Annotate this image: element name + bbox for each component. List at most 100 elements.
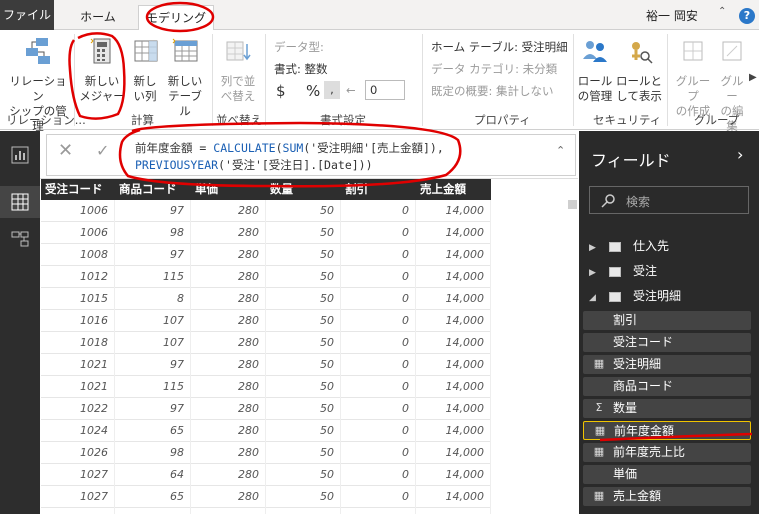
field-item[interactable]: 受注コード [583,333,751,352]
table-cell[interactable]: 50 [266,398,341,420]
table-cell[interactable]: 0 [341,486,416,508]
column-header[interactable]: 単価 [191,179,266,200]
manage-roles-button[interactable]: ロール の管理 [576,36,614,104]
table-cell[interactable]: 14,000 [416,354,491,376]
field-item[interactable]: ▦ 売上金額 [583,487,751,506]
table-cell[interactable]: 0 [341,200,416,222]
table-cell[interactable]: 65 [115,486,191,508]
table-cell[interactable]: 14,000 [416,486,491,508]
table-cell[interactable]: 97 [115,244,191,266]
collapse-ribbon-icon[interactable]: ⌃ [718,6,726,17]
table-cell[interactable]: 107 [115,332,191,354]
table-cell[interactable]: 280 [191,376,266,398]
grid-scroll-handle[interactable] [568,200,577,209]
table-cell[interactable]: 1018 [41,332,115,354]
data-view-icon[interactable] [10,192,30,212]
table-cell[interactable]: 64 [115,464,191,486]
table-cell[interactable]: 50 [266,376,341,398]
table-cell[interactable]: 0 [341,288,416,310]
table-row[interactable]: 10306428050014,000 [41,508,491,514]
user-name[interactable]: 裕一 岡安 [646,7,698,24]
table-cell[interactable]: 0 [341,266,416,288]
table-cell[interactable]: 14,000 [416,266,491,288]
table-cell[interactable]: 50 [266,288,341,310]
new-group-button[interactable]: グループ の作成 [672,36,714,119]
table-cell[interactable]: 280 [191,266,266,288]
table-row[interactable]: 1021 115 280 50 0 14,000 [41,376,491,398]
table-cell[interactable]: 280 [191,508,266,514]
table-cell[interactable]: 0 [341,376,416,398]
table-cell[interactable]: 14,000 [416,420,491,442]
sort-by-column-button[interactable]: 列で並 べ替え [216,36,260,104]
table-cell[interactable]: 97 [115,398,191,420]
table-cell[interactable]: 280 [191,288,266,310]
field-table[interactable]: ▶ 受注 [589,260,657,282]
comma-button[interactable]: , [324,81,340,99]
field-table[interactable]: ▶ 仕入先 [589,235,669,257]
new-column-button[interactable]: 新し い列 [128,36,162,104]
table-cell[interactable]: 14,000 [416,398,491,420]
table-cell[interactable]: 14,000 [416,222,491,244]
table-row[interactable]: 1006 97 280 50 0 14,000 [41,200,491,222]
table-cell[interactable]: 1008 [41,244,115,266]
table-cell[interactable]: 280 [191,222,266,244]
format-dropdown[interactable]: 書式: 整数 [274,61,328,77]
new-measure-button[interactable]: 新しい メジャー [79,36,125,104]
table-row[interactable]: 1021 97 280 50 0 14,000 [41,354,491,376]
table-cell[interactable]: 115 [115,376,191,398]
table-cell[interactable]: 1022 [41,398,115,420]
table-row[interactable]: 1015 8 280 50 0 14,000 [41,288,491,310]
table-row[interactable]: 1006 98 280 50 0 14,000 [41,222,491,244]
field-search-box[interactable]: 検索 [589,186,749,214]
table-cell[interactable]: 0 [341,442,416,464]
expanded-chevron-icon[interactable]: ◢ [589,287,603,309]
field-item[interactable]: Σ 数量 [583,399,751,418]
table-row[interactable]: 1027 65 280 50 0 14,000 [41,486,491,508]
table-cell[interactable]: 1024 [41,420,115,442]
cancel-formula-icon[interactable]: ✕ [58,140,73,161]
column-header[interactable]: 商品コード [115,179,191,200]
table-cell[interactable]: 50 [266,464,341,486]
table-row[interactable]: 1022 97 280 50 0 14,000 [41,398,491,420]
table-cell[interactable]: 280 [191,332,266,354]
field-item[interactable]: 商品コード [583,377,751,396]
table-cell[interactable]: 280 [191,200,266,222]
table-cell[interactable]: 107 [115,310,191,332]
default-summary-dropdown[interactable]: 既定の概要: 集計しない [431,83,554,99]
decimals-field[interactable]: 0 [365,80,405,100]
table-cell[interactable]: 14,000 [416,508,491,514]
table-row[interactable]: 1018 107 280 50 0 14,000 [41,332,491,354]
table-cell[interactable]: 1006 [41,200,115,222]
table-cell[interactable]: 50 [266,486,341,508]
table-cell[interactable]: 1015 [41,288,115,310]
table-cell[interactable]: 64 [115,508,191,514]
table-cell[interactable]: 14,000 [416,376,491,398]
table-cell[interactable]: 14,000 [416,244,491,266]
table-cell[interactable]: 280 [191,486,266,508]
table-cell[interactable]: 0 [341,464,416,486]
table-cell[interactable]: 1016 [41,310,115,332]
column-header[interactable]: 数量 [266,179,341,200]
table-cell[interactable]: 280 [191,398,266,420]
table-row[interactable]: 1012 115 280 50 0 14,000 [41,266,491,288]
table-cell[interactable]: 50 [266,420,341,442]
column-header[interactable]: 受注コード [41,179,115,200]
table-cell[interactable]: 1027 [41,464,115,486]
table-cell[interactable]: 1030 [41,508,115,514]
table-cell[interactable]: 98 [115,222,191,244]
table-cell[interactable]: 50 [266,266,341,288]
percent-button[interactable]: % [306,82,320,100]
table-cell[interactable]: 280 [191,464,266,486]
table-cell[interactable]: 97 [115,354,191,376]
table-cell[interactable]: 0 [341,354,416,376]
view-as-roles-button[interactable]: ロールと して表示 [616,36,662,104]
table-row[interactable]: 1024 65 280 50 0 14,000 [41,420,491,442]
table-cell[interactable]: 280 [191,420,266,442]
table-cell[interactable]: 97 [115,200,191,222]
table-cell[interactable]: 0 [341,222,416,244]
field-item[interactable]: ▦ 前年度売上比 [583,443,751,462]
table-cell[interactable]: 50 [266,222,341,244]
ribbon-scroll-icon[interactable]: ▶ [749,72,757,83]
table-cell[interactable]: 50 [266,244,341,266]
table-cell[interactable]: 1021 [41,354,115,376]
